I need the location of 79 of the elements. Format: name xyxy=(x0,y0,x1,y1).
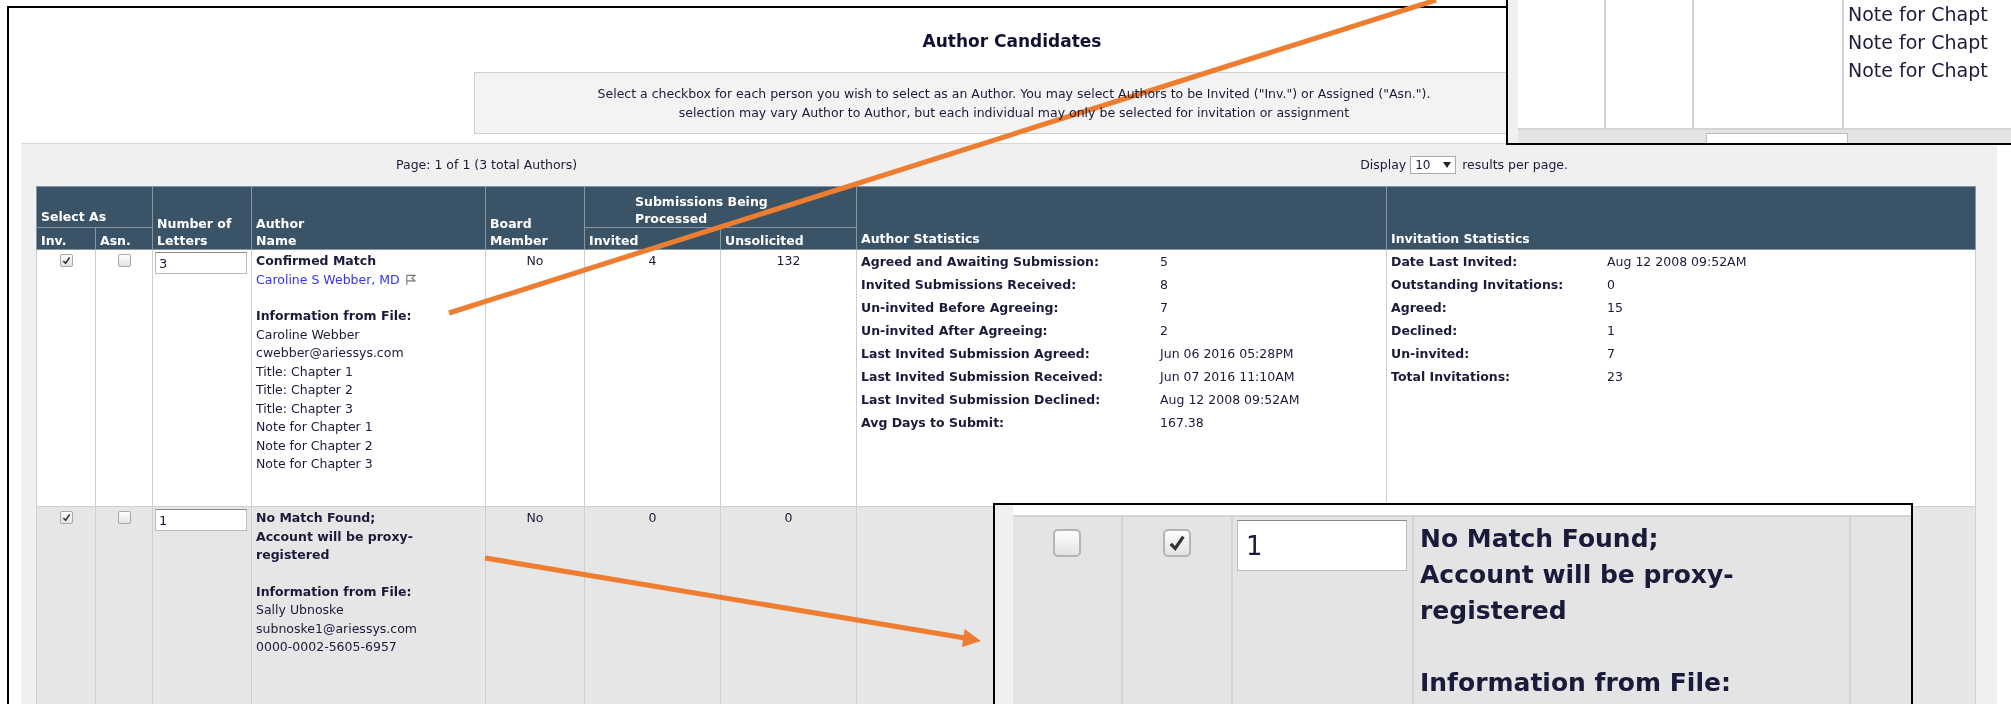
stat-label: Declined: xyxy=(1391,322,1459,340)
page-info: Page: 1 of 1 (3 total Authors) xyxy=(396,155,578,174)
info-line: Sally Ubnoske xyxy=(256,601,345,619)
stat-label: Last Invited Submission Received: xyxy=(861,368,1104,386)
stat-value: 1 xyxy=(1607,322,1616,340)
info-line: cwebber@ariessys.com xyxy=(256,344,405,362)
checkbox[interactable] xyxy=(117,254,131,267)
stat-value: 167.38 xyxy=(1160,414,1205,432)
stat-label: Un-invited Before Agreeing: xyxy=(861,299,1060,317)
stat-label: Total Invitations: xyxy=(1391,368,1512,386)
column-header: Inv. xyxy=(36,227,96,250)
info-heading: Information from File: xyxy=(1420,667,1732,699)
stat-value: Aug 12 2008 09:52AM xyxy=(1607,253,1748,271)
stat-label: Agreed and Awaiting Submission: xyxy=(861,253,1100,271)
stat-label: Date Last Invited: xyxy=(1391,253,1519,271)
check-icon xyxy=(1168,534,1186,552)
stat-value: 15 xyxy=(1607,299,1624,317)
input-field[interactable]: 3 xyxy=(155,252,247,274)
info-line: Title: Chapter 2 xyxy=(256,381,354,399)
per-page-select[interactable]: 10 xyxy=(1410,156,1457,174)
checkbox[interactable] xyxy=(59,511,73,524)
page-title: Author Candidates xyxy=(922,30,1102,53)
match-status: No Match Found; Account will be proxy-registered xyxy=(256,509,414,564)
info-line: Note for Chapter 1 xyxy=(256,418,374,436)
column-header: Board Member xyxy=(485,186,585,250)
checkbox[interactable] xyxy=(117,511,131,524)
column-header: Author Name xyxy=(251,186,486,250)
match-status: Confirmed Match xyxy=(256,252,378,270)
info-line: Title: Chapter 1 xyxy=(256,362,354,381)
stat-value: 2 xyxy=(1160,322,1169,340)
info-line: Note for Chapt xyxy=(1848,58,1988,83)
info-line: Note for Chapter 2 xyxy=(256,436,374,455)
stat-value: 7 xyxy=(1160,299,1169,317)
stat-label: Agreed: xyxy=(1391,299,1448,317)
author-link[interactable]: Caroline S Webber, MD xyxy=(256,270,400,289)
checkbox[interactable] xyxy=(1053,529,1081,557)
info-heading: Information from File: xyxy=(256,307,413,325)
column-header: Select As xyxy=(36,186,153,228)
stat-value: 8 xyxy=(1160,276,1169,294)
stat-value: 5 xyxy=(1160,253,1169,271)
column-header: Unsolicited xyxy=(720,227,857,250)
info-heading: Information from File: xyxy=(256,582,413,601)
checkbox[interactable] xyxy=(1163,529,1191,557)
check-icon xyxy=(61,256,71,265)
input-field[interactable]: 1 xyxy=(155,509,247,531)
info-line: Note for Chapter 3 xyxy=(256,455,374,473)
info-line: Caroline Webber xyxy=(256,325,361,344)
stat-value: Jun 06 2016 05:28PM xyxy=(1160,345,1295,363)
stat-label: Last Invited Submission Declined: xyxy=(861,391,1102,409)
column-header: Author Statistics xyxy=(856,186,1387,250)
stat-label: Un-invited After Agreeing: xyxy=(861,322,1049,340)
column-header: Invitation Statistics xyxy=(1386,186,1976,250)
input-field[interactable] xyxy=(1706,133,1848,143)
stat-value: Jun 07 2016 11:10AM xyxy=(1160,368,1296,386)
stat-label: Avg Days to Submit: xyxy=(861,414,1006,432)
stat-label: Outstanding Invitations: xyxy=(1391,276,1565,294)
info-line: Note for Chapt xyxy=(1848,2,1988,27)
stat-label: Last Invited Submission Agreed: xyxy=(861,345,1091,363)
input-field[interactable]: 1 xyxy=(1237,520,1407,571)
table-cell: 132 xyxy=(720,249,857,507)
stat-value: 7 xyxy=(1607,345,1616,363)
info-line: subnoske1@ariessys.com xyxy=(256,619,418,638)
checkbox[interactable] xyxy=(59,254,73,267)
results-per-page-label: results per page. xyxy=(1462,155,1568,174)
column-header: Number of Letters xyxy=(152,186,252,250)
display-label: Display xyxy=(1360,155,1407,174)
stat-value: 23 xyxy=(1607,368,1624,386)
info-line: Note for Chapt xyxy=(1848,30,1988,55)
stat-value: Aug 12 2008 09:52AM xyxy=(1160,391,1301,409)
caret-icon xyxy=(1443,162,1452,168)
info-line: 0000-0002-5605-6957 xyxy=(256,638,398,656)
flag-icon[interactable] xyxy=(404,274,416,286)
match-status: No Match Found; Account will be proxy-registered xyxy=(1420,523,1735,627)
stat-label: Un-invited: xyxy=(1391,345,1471,363)
column-header: Submissions Being Processed xyxy=(584,186,857,228)
check-icon xyxy=(61,513,71,522)
stat-value: 0 xyxy=(1607,276,1616,294)
stat-label: Invited Submissions Received: xyxy=(861,276,1078,294)
info-line: Title: Chapter 3 xyxy=(256,399,354,418)
